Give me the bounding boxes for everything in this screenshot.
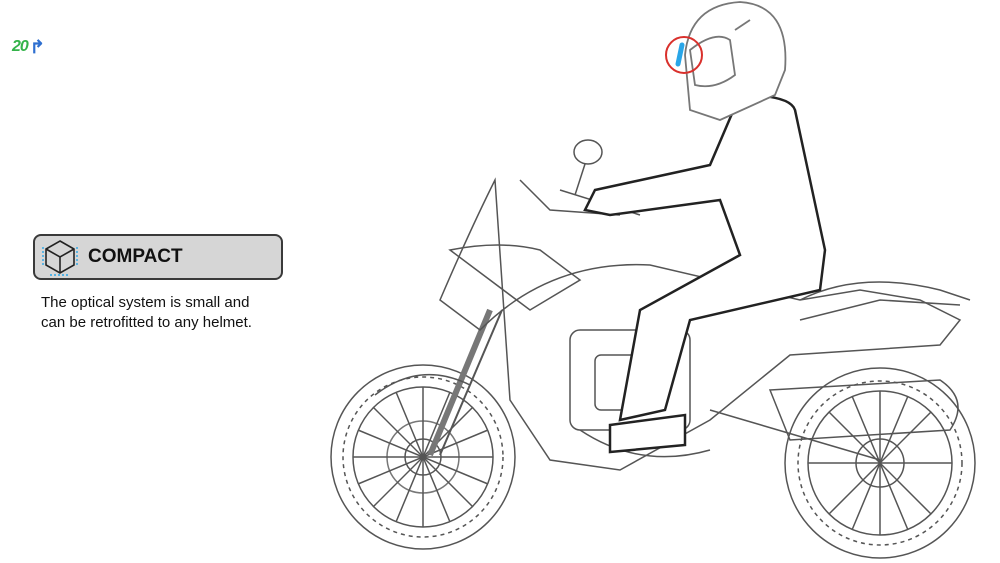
feature-description: The optical system is small and can be r… bbox=[41, 294, 252, 331]
front-wheel-icon bbox=[330, 364, 516, 550]
brand-logo: 20 ↱ bbox=[12, 37, 45, 57]
logo-text: 20 bbox=[12, 38, 29, 55]
feature-title: COMPACT bbox=[88, 246, 183, 267]
rear-wheel-icon bbox=[784, 367, 976, 559]
motorcycle-with-rider-icon bbox=[330, 1, 976, 559]
feature-card-compact: COMPACT bbox=[33, 234, 283, 280]
cube-icon bbox=[42, 240, 78, 276]
turn-arrow-icon: ↱ bbox=[29, 37, 45, 57]
